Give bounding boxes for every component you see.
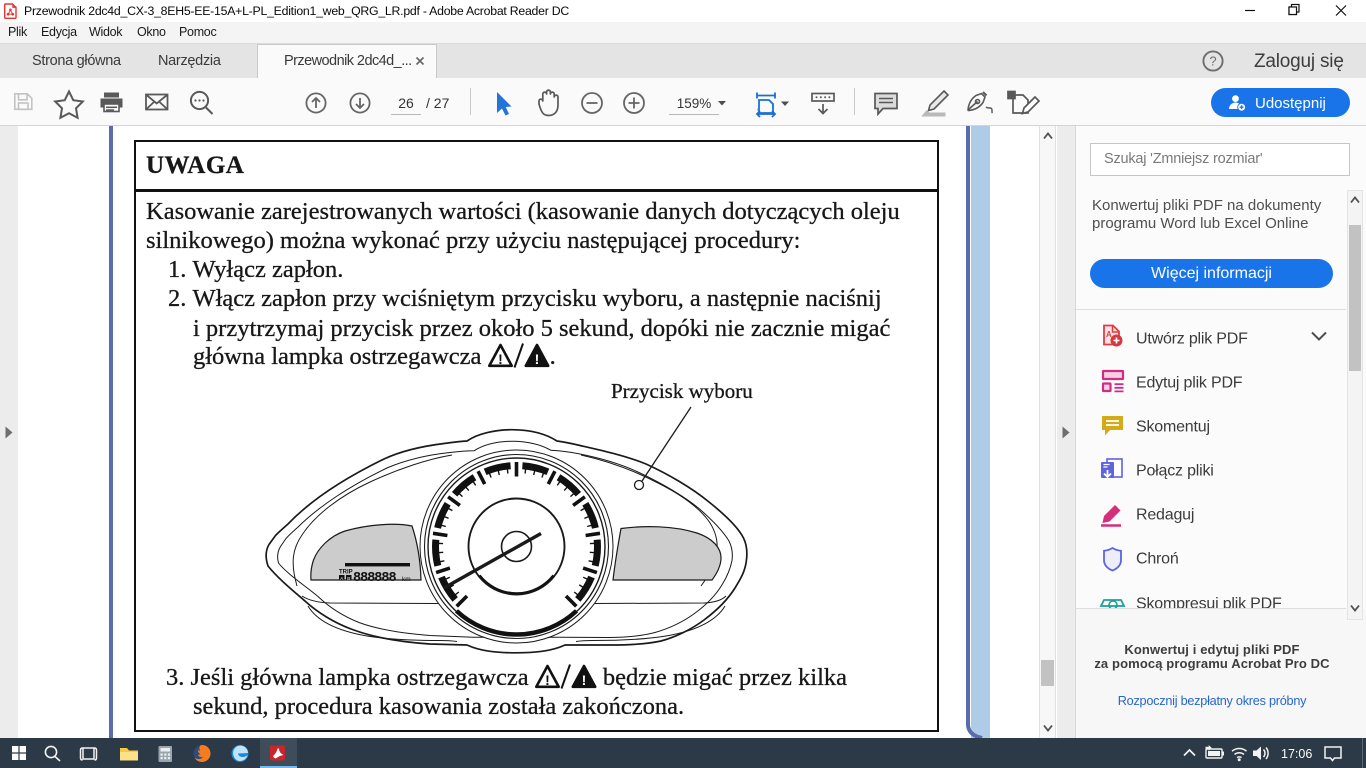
svg-text:A: A: [340, 576, 343, 581]
svg-text:Skomentuj: Skomentuj: [1136, 419, 1210, 436]
svg-text:17:06: 17:06: [1281, 747, 1312, 761]
svg-text:km: km: [402, 576, 411, 583]
svg-text:?: ?: [1209, 54, 1216, 69]
svg-text:Utwórz plik PDF: Utwórz plik PDF: [1136, 331, 1248, 348]
svg-text:TRIP: TRIP: [339, 570, 353, 576]
svg-text:Chroń: Chroń: [1136, 551, 1179, 568]
svg-text:B: B: [347, 576, 350, 581]
svg-text:Edytuj plik PDF: Edytuj plik PDF: [1136, 375, 1243, 392]
svg-text:Połącz pliki: Połącz pliki: [1136, 463, 1214, 480]
svg-text:888888: 888888: [353, 571, 397, 586]
svg-text:A: A: [1106, 330, 1112, 339]
svg-text:Redaguj: Redaguj: [1136, 507, 1194, 524]
